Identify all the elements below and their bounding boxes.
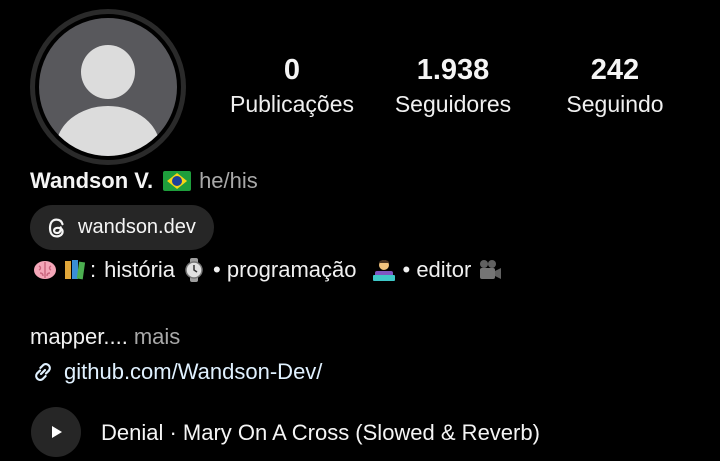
watch-icon — [185, 258, 203, 282]
posts-label: Publicações — [229, 91, 355, 117]
threads-handle: wandson.dev — [78, 216, 196, 238]
bio-editor: • editor — [402, 257, 472, 282]
books-icon — [65, 260, 86, 280]
avatar[interactable] — [30, 9, 186, 165]
play-button[interactable] — [31, 407, 81, 457]
play-icon — [52, 426, 62, 438]
bio-history: história — [104, 257, 176, 282]
bio-line: : história • programação • editor — [30, 254, 505, 286]
brain-icon — [34, 261, 56, 279]
name-row: Wandson V. he/his — [30, 166, 258, 196]
followers-count: 1.938 — [416, 54, 490, 86]
posts-count: 0 — [283, 54, 301, 86]
bio-colon: : — [90, 257, 97, 282]
link-url: github.com/Wandson-Dev/ — [64, 359, 323, 384]
threads-badge[interactable]: wandson.dev — [30, 205, 214, 250]
posts-stat: 0 Publicações — [222, 52, 362, 120]
profile-name: Wandson V. — [30, 168, 154, 193]
technologist-icon — [372, 260, 395, 281]
link-icon — [35, 363, 51, 381]
following-stat[interactable]: 242 Seguindo — [545, 52, 685, 120]
following-label: Seguindo — [566, 91, 664, 117]
bio-truncated-text: mapper.... — [30, 324, 128, 349]
bio-continuation: mapper.... mais — [30, 322, 180, 352]
followers-label: Seguidores — [394, 91, 512, 117]
pronouns: he/his — [199, 168, 258, 193]
more-button[interactable]: mais — [134, 324, 180, 350]
bio-programming: • programação — [213, 257, 357, 282]
followers-stat[interactable]: 1.938 Seguidores — [383, 52, 523, 120]
external-link[interactable]: github.com/Wandson-Dev/ — [30, 356, 322, 388]
default-avatar-icon — [35, 14, 181, 160]
brazil-flag-icon — [163, 171, 192, 191]
following-count: 242 — [590, 54, 640, 86]
movie-camera-icon — [480, 260, 502, 279]
threads-icon — [48, 217, 64, 238]
song-title[interactable]: Denial · Mary On A Cross (Slowed & Rever… — [101, 417, 540, 449]
profile-page: 0 Publicações 1.938 Seguidores 242 Segui… — [0, 0, 720, 461]
